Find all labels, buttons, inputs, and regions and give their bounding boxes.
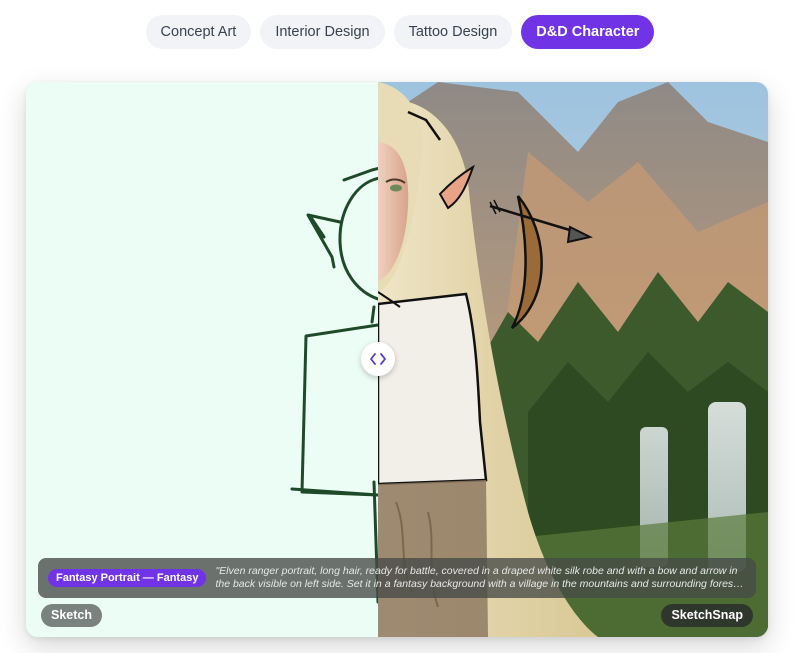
- generated-image-pane: [378, 82, 768, 637]
- comparison-slider-handle[interactable]: [361, 342, 395, 376]
- elf-ranger-image: [378, 82, 768, 637]
- result-label: SketchSnap: [661, 604, 753, 627]
- before-after-comparison[interactable]: Fantasy Portrait — Fantasy "Elven ranger…: [26, 82, 768, 637]
- prompt-caption: Fantasy Portrait — Fantasy "Elven ranger…: [38, 558, 756, 598]
- tab-tattoo-design[interactable]: Tattoo Design: [393, 15, 513, 49]
- category-tabs: Concept Art Interior Design Tattoo Desig…: [0, 15, 800, 49]
- prompt-text: "Elven ranger portrait, long hair, ready…: [215, 565, 738, 590]
- style-badge: Fantasy Portrait — Fantasy: [48, 569, 207, 587]
- chevrons-left-right-icon: [370, 353, 386, 365]
- tab-interior-design[interactable]: Interior Design: [260, 15, 385, 49]
- tab-concept-art[interactable]: Concept Art: [145, 15, 252, 49]
- sketch-pane: [26, 82, 378, 637]
- sketch-label: Sketch: [41, 604, 102, 627]
- sketch-drawing: [290, 166, 378, 604]
- tab-dnd-character[interactable]: D&D Character: [521, 15, 655, 49]
